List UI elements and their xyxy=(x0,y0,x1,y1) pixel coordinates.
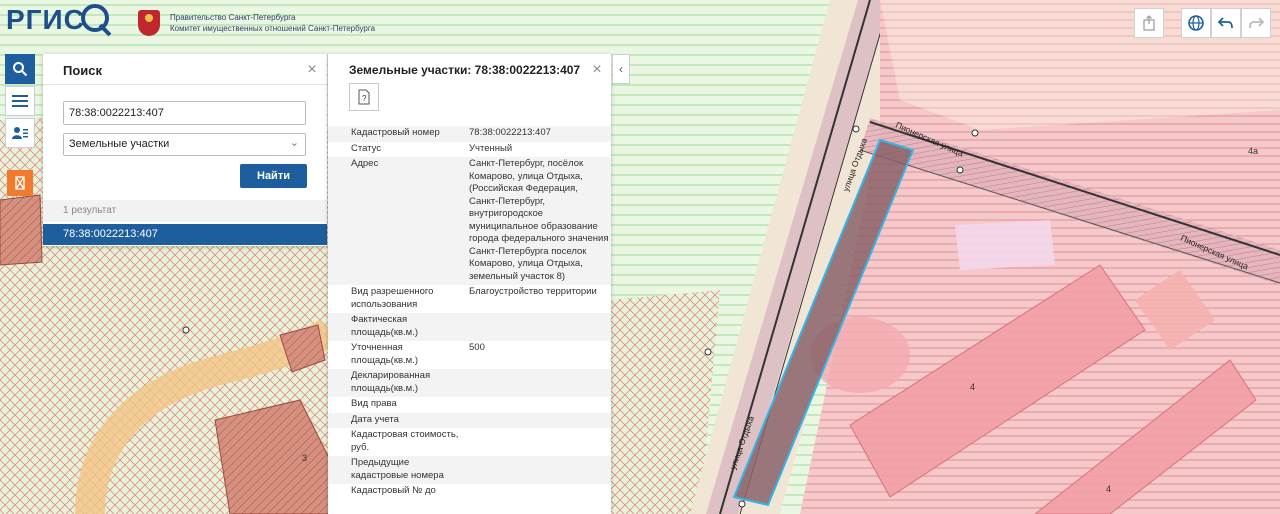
search-panel: Поиск × Земельные участки ⌄ Найти 1 резу… xyxy=(43,54,327,246)
attribute-value xyxy=(469,314,609,339)
results-count: 1 результат xyxy=(43,200,327,222)
app-logo[interactable]: РГИС xyxy=(6,4,113,37)
redo-icon xyxy=(1249,17,1264,29)
chevron-down-icon: ⌄ xyxy=(289,137,299,149)
attribute-value xyxy=(469,485,609,498)
attribute-key: Фактическая площадь(кв.м.) xyxy=(351,314,419,338)
attribute-value xyxy=(469,370,609,395)
org-line-government: Правительство Санкт-Петербурга xyxy=(170,13,296,22)
attribute-row: Вид права xyxy=(328,397,611,413)
attribute-row: Адрес Санкт-Петербург, посёлок Комарово, … xyxy=(328,157,611,285)
layers-menu-button[interactable] xyxy=(5,86,35,116)
user-list-icon xyxy=(12,127,28,139)
collapse-panel-button[interactable]: ‹ xyxy=(612,54,630,84)
parcel-label: 4а xyxy=(1248,146,1258,156)
search-tool-button[interactable] xyxy=(5,54,35,84)
divider xyxy=(43,84,327,85)
object-type-value: Земельные участки xyxy=(69,138,170,150)
attribute-row: Декларированная площадь(кв.м.) xyxy=(328,369,611,397)
attribute-row: Кадастровая стоимость, руб. xyxy=(328,428,611,456)
attribute-value: Санкт-Петербург, посёлок Комарово, улица… xyxy=(469,158,609,282)
search-icon xyxy=(13,62,28,77)
left-toolbar xyxy=(5,54,35,198)
attribute-key: Вид разрешенного использования xyxy=(351,286,434,310)
attribute-value: 500 xyxy=(469,342,485,353)
attribute-row: Фактическая площадь(кв.м.) xyxy=(328,313,611,341)
undo-icon xyxy=(1218,17,1233,29)
city-layer-icon xyxy=(15,176,25,190)
details-title: Земельные участки: 78:38:0022213:407 xyxy=(349,63,581,77)
attribute-row: Кадастровый номер 78:38:0022213:407 xyxy=(328,126,611,142)
org-line-committee: Комитет имущественных отношений Санкт-Пе… xyxy=(170,24,376,33)
attribute-value: 78:38:0022213:407 xyxy=(469,127,551,138)
object-type-select[interactable]: Земельные участки ⌄ xyxy=(63,133,306,156)
attribute-row: Предыдущие кадастровые номера xyxy=(328,456,611,484)
attribute-value: Благоустройство территории xyxy=(469,286,597,297)
org-header: Правительство Санкт-Петербурга Комитет и… xyxy=(138,10,375,36)
globe-icon xyxy=(1188,15,1204,31)
logo-text: РГИС xyxy=(6,4,85,35)
attribute-key: Адрес xyxy=(351,158,379,169)
attribute-row: Кадастровый № до xyxy=(328,484,611,500)
result-item[interactable]: 78:38:0022213:407 xyxy=(43,224,327,245)
attribute-table: Кадастровый номер 78:38:0022213:407 Статус… xyxy=(328,126,611,500)
svg-text:?: ? xyxy=(362,94,367,103)
document-button[interactable]: ? xyxy=(349,83,379,111)
redo-button[interactable] xyxy=(1241,8,1271,38)
details-panel: Земельные участки: 78:38:0022213:407 × ?… xyxy=(328,54,611,514)
parcel-label: 4 xyxy=(970,382,975,392)
attribute-value xyxy=(469,429,609,454)
language-button[interactable] xyxy=(1181,8,1211,38)
share-icon xyxy=(1143,15,1155,31)
attribute-key: Кадастровый № до xyxy=(351,485,436,496)
undo-button[interactable] xyxy=(1211,8,1241,38)
parcel-label: 4 xyxy=(1106,484,1111,494)
city-layer-button[interactable] xyxy=(7,170,33,196)
attribute-value xyxy=(469,414,609,427)
attribute-row: Дата учета xyxy=(328,412,611,428)
attribute-key: Вид права xyxy=(351,398,397,409)
attribute-key: Кадастровый номер xyxy=(351,127,440,138)
attribute-key: Дата учета xyxy=(351,413,399,425)
attribute-key: Уточненная площадь(кв.м.) xyxy=(351,342,419,366)
search-input[interactable] xyxy=(63,101,306,125)
attribute-value xyxy=(469,398,609,411)
attribute-value: Учтенный xyxy=(469,142,513,154)
attribute-key: Статус xyxy=(351,142,382,154)
user-list-button[interactable] xyxy=(5,118,35,148)
attribute-key: Предыдущие кадастровые номера xyxy=(351,457,444,481)
close-search-button[interactable]: × xyxy=(305,61,319,78)
attribute-key: Кадастровая стоимость, руб. xyxy=(351,429,459,453)
attribute-row: Вид разрешенного использования Благоустро… xyxy=(328,285,611,313)
close-details-button[interactable]: × xyxy=(590,61,604,78)
coat-of-arms-icon xyxy=(138,10,160,36)
attribute-row: Уточненная площадь(кв.м.) 500 xyxy=(328,341,611,369)
share-button[interactable] xyxy=(1134,8,1164,38)
attribute-key: Декларированная площадь(кв.м.) xyxy=(351,370,431,394)
attribute-row: Статус Учтенный xyxy=(328,142,611,158)
close-icon: × xyxy=(592,61,602,78)
close-icon: × xyxy=(307,61,317,78)
find-button[interactable]: Найти xyxy=(240,164,307,188)
attribute-value xyxy=(469,457,609,482)
document-icon: ? xyxy=(358,89,370,105)
search-panel-title: Поиск xyxy=(63,63,103,78)
chevron-left-icon: ‹ xyxy=(619,62,623,76)
parcel-label: 3 xyxy=(302,453,307,463)
menu-icon xyxy=(12,95,28,107)
